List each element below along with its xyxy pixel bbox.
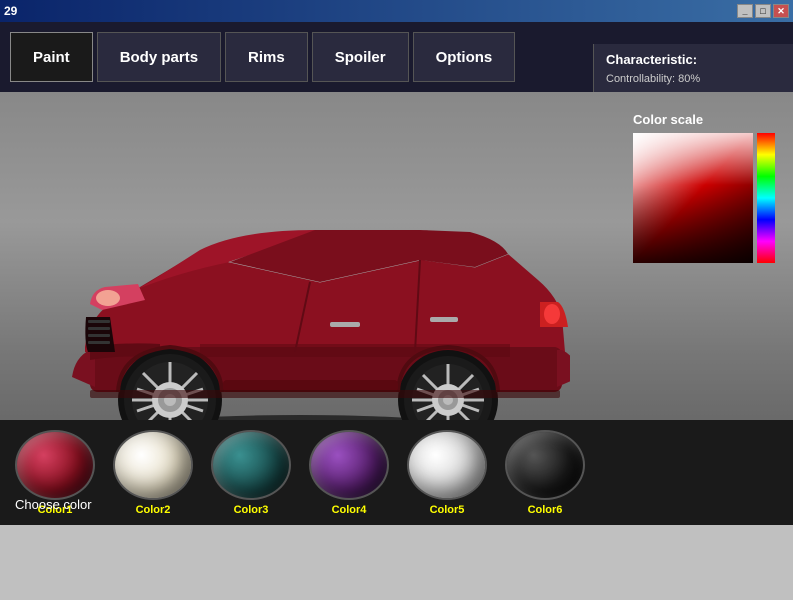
window-title: 29 [4,4,17,18]
hue-bar[interactable] [757,133,775,263]
color-scale-container[interactable] [633,133,783,263]
window-controls: _ □ ✕ [737,4,789,18]
minimize-button[interactable]: _ [737,4,753,18]
color-swatch-4[interactable]: Color4 [309,430,389,516]
color-gradient-picker[interactable] [633,133,753,263]
char-title: Characteristic: [606,52,781,67]
color-swatch-6[interactable]: Color6 [505,430,585,516]
nav-body-parts[interactable]: Body parts [97,32,221,82]
color-6-label: Color6 [528,504,563,516]
controllability-label: Controllability: 80% [606,71,781,89]
color-2-label: Color2 [136,504,171,516]
color-swatch-ball-5[interactable] [407,430,487,500]
nav-spoiler[interactable]: Spoiler [312,32,409,82]
color-swatch-2[interactable]: Color2 [113,430,193,516]
color-swatch-ball-2[interactable] [113,430,193,500]
color-swatch-ball-1[interactable] [15,430,95,500]
color-swatch-5[interactable]: Color5 [407,430,487,516]
bottom-panel: Color1 Color2 Color3 Color4 Color5 Color… [0,420,793,525]
title-bar: 29 _ □ ✕ [0,0,793,22]
color-swatch-ball-3[interactable] [211,430,291,500]
color-swatch-ball-6[interactable] [505,430,585,500]
close-button[interactable]: ✕ [773,4,789,18]
color-scale-title: Color scale [633,112,783,127]
color-swatch-3[interactable]: Color3 [211,430,291,516]
color-5-label: Color5 [430,504,465,516]
color-scale-panel: Color scale [633,112,783,263]
maximize-button[interactable]: □ [755,4,771,18]
color-swatch-ball-4[interactable] [309,430,389,500]
color-3-label: Color3 [234,504,269,516]
nav-rims[interactable]: Rims [225,32,308,82]
nav-options[interactable]: Options [413,32,516,82]
color-4-label: Color4 [332,504,367,516]
nav-paint[interactable]: Paint [10,32,93,82]
